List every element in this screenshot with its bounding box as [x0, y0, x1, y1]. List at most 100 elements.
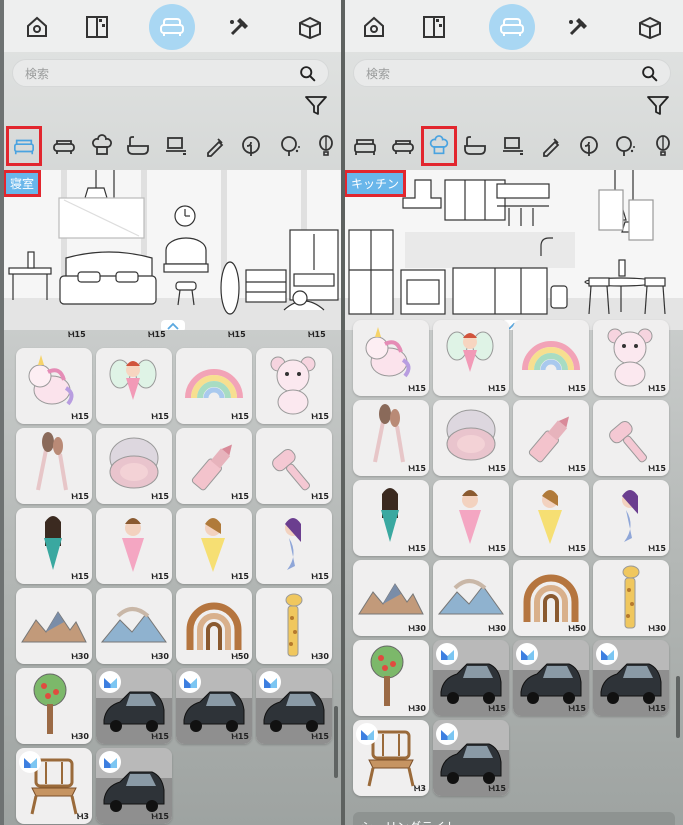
item-card-car[interactable]: Ⲙ15: [513, 640, 589, 716]
sofa-icon: [160, 18, 184, 36]
tab-desk[interactable]: [158, 126, 194, 166]
tab-bed[interactable]: [347, 126, 383, 166]
item-card-rainbow-glitter[interactable]: Ⲙ15: [513, 320, 589, 396]
item-card-mermaid[interactable]: Ⲙ15: [256, 508, 332, 584]
nav-sofa-button[interactable]: [489, 4, 535, 50]
storage-box-icon: [639, 16, 661, 40]
nav-home-button[interactable]: [351, 4, 397, 50]
scrollbar[interactable]: [334, 706, 338, 778]
item-card-car[interactable]: Ⲙ15: [96, 668, 172, 744]
tab-bathtub[interactable]: [457, 126, 493, 166]
nav-tools-button[interactable]: [216, 4, 262, 50]
nav-room-layout-button[interactable]: [74, 4, 120, 50]
item-card-princess-yellow[interactable]: Ⲙ15: [513, 480, 589, 556]
item-card-car[interactable]: Ⲙ15: [433, 640, 509, 716]
item-card-princess-dark[interactable]: Ⲙ15: [353, 480, 429, 556]
item-price: Ⲙ15: [568, 544, 586, 553]
tab-plant[interactable]: [233, 126, 269, 166]
search-icon[interactable]: [641, 65, 658, 82]
item-card-teddy-bear[interactable]: Ⲙ15: [256, 348, 332, 424]
tab-balloon[interactable]: [308, 126, 341, 166]
item-price: Ⲙ15: [568, 704, 586, 713]
item-card-chair[interactable]: Ⲙ3: [16, 748, 92, 824]
item-card-mountains-blue[interactable]: Ⲙ30: [433, 560, 509, 636]
filter-icon[interactable]: [305, 96, 327, 116]
tab-pen[interactable]: [197, 126, 233, 166]
item-card-mountains-brown[interactable]: Ⲙ30: [16, 588, 92, 664]
search-bar[interactable]: 検索: [12, 59, 329, 87]
item-card-princess-dark[interactable]: Ⲙ15: [16, 508, 92, 584]
search-bar[interactable]: 検索: [353, 59, 671, 87]
item-card-car[interactable]: Ⲙ15: [593, 640, 669, 716]
item-card-giraffe[interactable]: Ⲙ30: [256, 588, 332, 664]
item-card-car[interactable]: Ⲙ15: [256, 668, 332, 744]
tab-bed[interactable]: [6, 126, 42, 166]
search-input[interactable]: 検索: [25, 65, 299, 82]
nav-storage-box-button[interactable]: [627, 4, 673, 50]
item-card-fairy[interactable]: Ⲙ15: [96, 348, 172, 424]
item-card-makeup-brushes[interactable]: Ⲙ15: [353, 400, 429, 476]
item-card-chair[interactable]: Ⲙ3: [353, 720, 429, 796]
tab-desk[interactable]: [495, 126, 531, 166]
item-card-unicorn[interactable]: Ⲙ15: [353, 320, 429, 396]
item-card-rainbow-arch[interactable]: Ⲙ50: [513, 560, 589, 636]
item-card-car[interactable]: Ⲙ15: [96, 748, 172, 824]
store-badge: [436, 723, 458, 745]
tab-outdoor-tree[interactable]: [607, 126, 643, 166]
store-badge: [356, 723, 378, 745]
item-card-compact[interactable]: Ⲙ15: [433, 400, 509, 476]
item-card-princess-pink[interactable]: Ⲙ15: [433, 480, 509, 556]
item-card-car[interactable]: Ⲙ15: [433, 720, 509, 796]
item-card-rainbow-arch[interactable]: Ⲙ50: [176, 588, 252, 664]
store-badge: [516, 643, 538, 665]
item-card-fairy[interactable]: Ⲙ15: [433, 320, 509, 396]
tab-balloon[interactable]: [645, 126, 681, 166]
item-card-comb[interactable]: Ⲙ15: [256, 428, 332, 504]
tab-kitchen[interactable]: [421, 126, 457, 166]
item-card-giraffe[interactable]: Ⲙ30: [593, 560, 669, 636]
item-card-lipstick[interactable]: Ⲙ15: [513, 400, 589, 476]
tab-kitchen[interactable]: [84, 126, 120, 166]
item-price: Ⲙ30: [71, 732, 89, 741]
item-card-car[interactable]: Ⲙ15: [176, 668, 252, 744]
m-logo-icon: [440, 729, 454, 740]
item-card-compact[interactable]: Ⲙ15: [96, 428, 172, 504]
tab-plant[interactable]: [571, 126, 607, 166]
kitchen-icon: [429, 135, 449, 155]
item-price: Ⲙ15: [408, 384, 426, 393]
item-card-teddy-bear[interactable]: Ⲙ15: [593, 320, 669, 396]
tab-sofa[interactable]: [385, 126, 421, 166]
item-price: Ⲙ15: [71, 572, 89, 581]
filter-icon[interactable]: [647, 96, 669, 116]
item-card-princess-yellow[interactable]: Ⲙ15: [176, 508, 252, 584]
item-card-makeup-brushes[interactable]: Ⲙ15: [16, 428, 92, 504]
tab-sofa[interactable]: [46, 126, 82, 166]
item-price: Ⲙ15: [408, 464, 426, 473]
nav-tools-button[interactable]: [555, 4, 601, 50]
nav-sofa-button[interactable]: [149, 4, 195, 50]
item-card-comb[interactable]: Ⲙ15: [593, 400, 669, 476]
nav-storage-box-button[interactable]: [287, 4, 333, 50]
pen-icon: [207, 138, 224, 157]
item-card-princess-pink[interactable]: Ⲙ15: [96, 508, 172, 584]
chevron-up-icon: [166, 322, 179, 330]
item-card-apple-tree[interactable]: Ⲙ30: [353, 640, 429, 716]
item-card-mountains-blue[interactable]: Ⲙ30: [96, 588, 172, 664]
item-card-lipstick[interactable]: Ⲙ15: [176, 428, 252, 504]
scrollbar[interactable]: [676, 676, 680, 738]
item-card-mermaid[interactable]: Ⲙ15: [593, 480, 669, 556]
tab-outdoor-tree[interactable]: [272, 126, 308, 166]
search-input[interactable]: 検索: [366, 65, 641, 82]
collapse-button[interactable]: [160, 320, 185, 330]
item-card-apple-tree[interactable]: Ⲙ30: [16, 668, 92, 744]
tab-pen[interactable]: [533, 126, 569, 166]
item-card-mountains-brown[interactable]: Ⲙ30: [353, 560, 429, 636]
section-header[interactable]: シーリングライト: [353, 812, 675, 825]
item-card-rainbow-glitter[interactable]: Ⲙ15: [176, 348, 252, 424]
nav-room-layout-button[interactable]: [411, 4, 457, 50]
nav-home-button[interactable]: [14, 4, 60, 50]
item-card-unicorn[interactable]: Ⲙ15: [16, 348, 92, 424]
tab-bathtub[interactable]: [120, 126, 156, 166]
item-price: Ⲙ15: [311, 412, 329, 421]
search-icon[interactable]: [299, 65, 316, 82]
